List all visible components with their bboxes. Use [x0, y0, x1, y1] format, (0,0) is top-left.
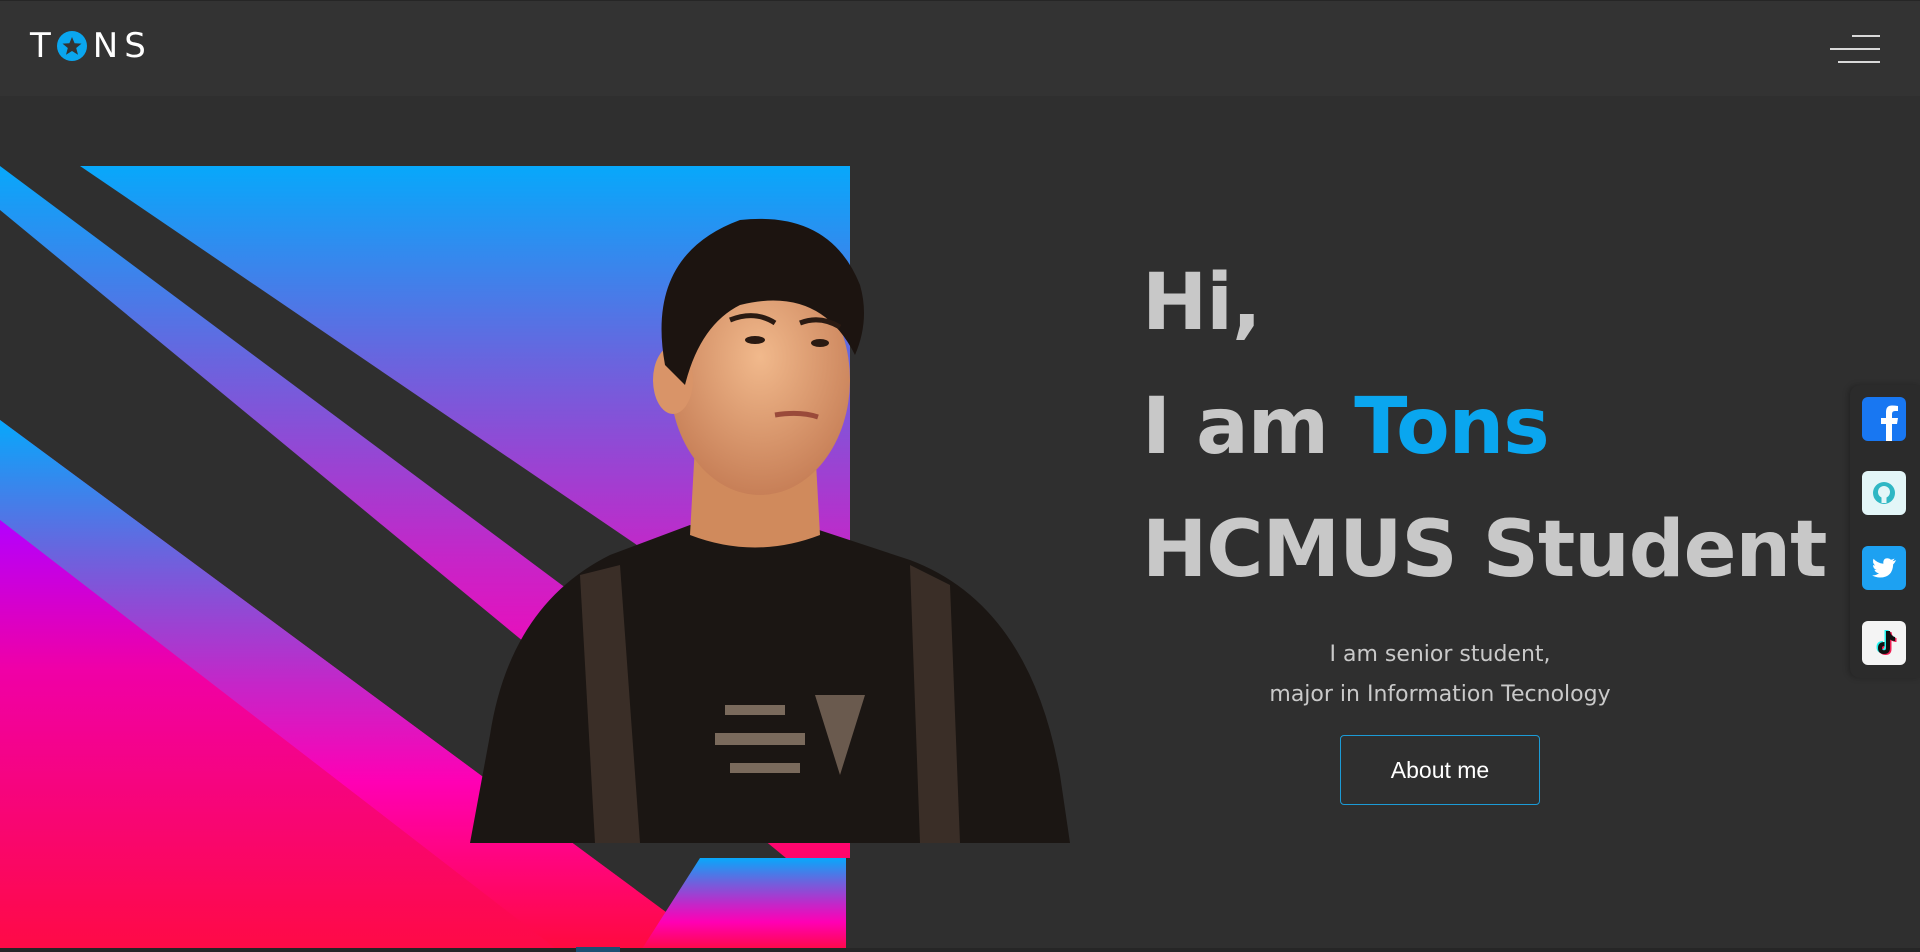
twitter-icon[interactable]: [1862, 546, 1906, 590]
logo-text-right: NS: [92, 26, 152, 66]
logo-text-left: T: [30, 26, 57, 66]
intro-name: Tons: [1354, 382, 1549, 472]
about-me-button[interactable]: About me: [1340, 735, 1540, 805]
desc-line-1: I am senior student,: [1329, 642, 1551, 667]
intro-line: I am Tons: [1142, 382, 1550, 472]
desc-line-2: major in Information Tecnology: [1269, 682, 1611, 707]
hero-description: I am senior student, major in Informatio…: [1230, 635, 1650, 715]
role-line: HCMUS Student: [1142, 505, 1827, 595]
facebook-icon[interactable]: [1862, 397, 1906, 441]
bottom-border: [0, 948, 1920, 952]
page: T NS Hi, I am Tons HCMUS Student I am se…: [0, 0, 1920, 952]
profile-photo: [470, 218, 1070, 843]
hamburger-menu-icon[interactable]: [1826, 33, 1880, 65]
github-icon[interactable]: [1862, 471, 1906, 515]
top-header: T NS: [0, 0, 1920, 96]
star-icon: [56, 31, 87, 61]
scroll-indicator[interactable]: [576, 947, 620, 952]
intro-prefix: I am: [1142, 382, 1355, 472]
greeting-line: Hi,: [1142, 258, 1262, 348]
tiktok-icon[interactable]: [1862, 621, 1906, 665]
site-logo[interactable]: T NS: [30, 26, 152, 66]
social-sidebar: [1850, 385, 1920, 678]
